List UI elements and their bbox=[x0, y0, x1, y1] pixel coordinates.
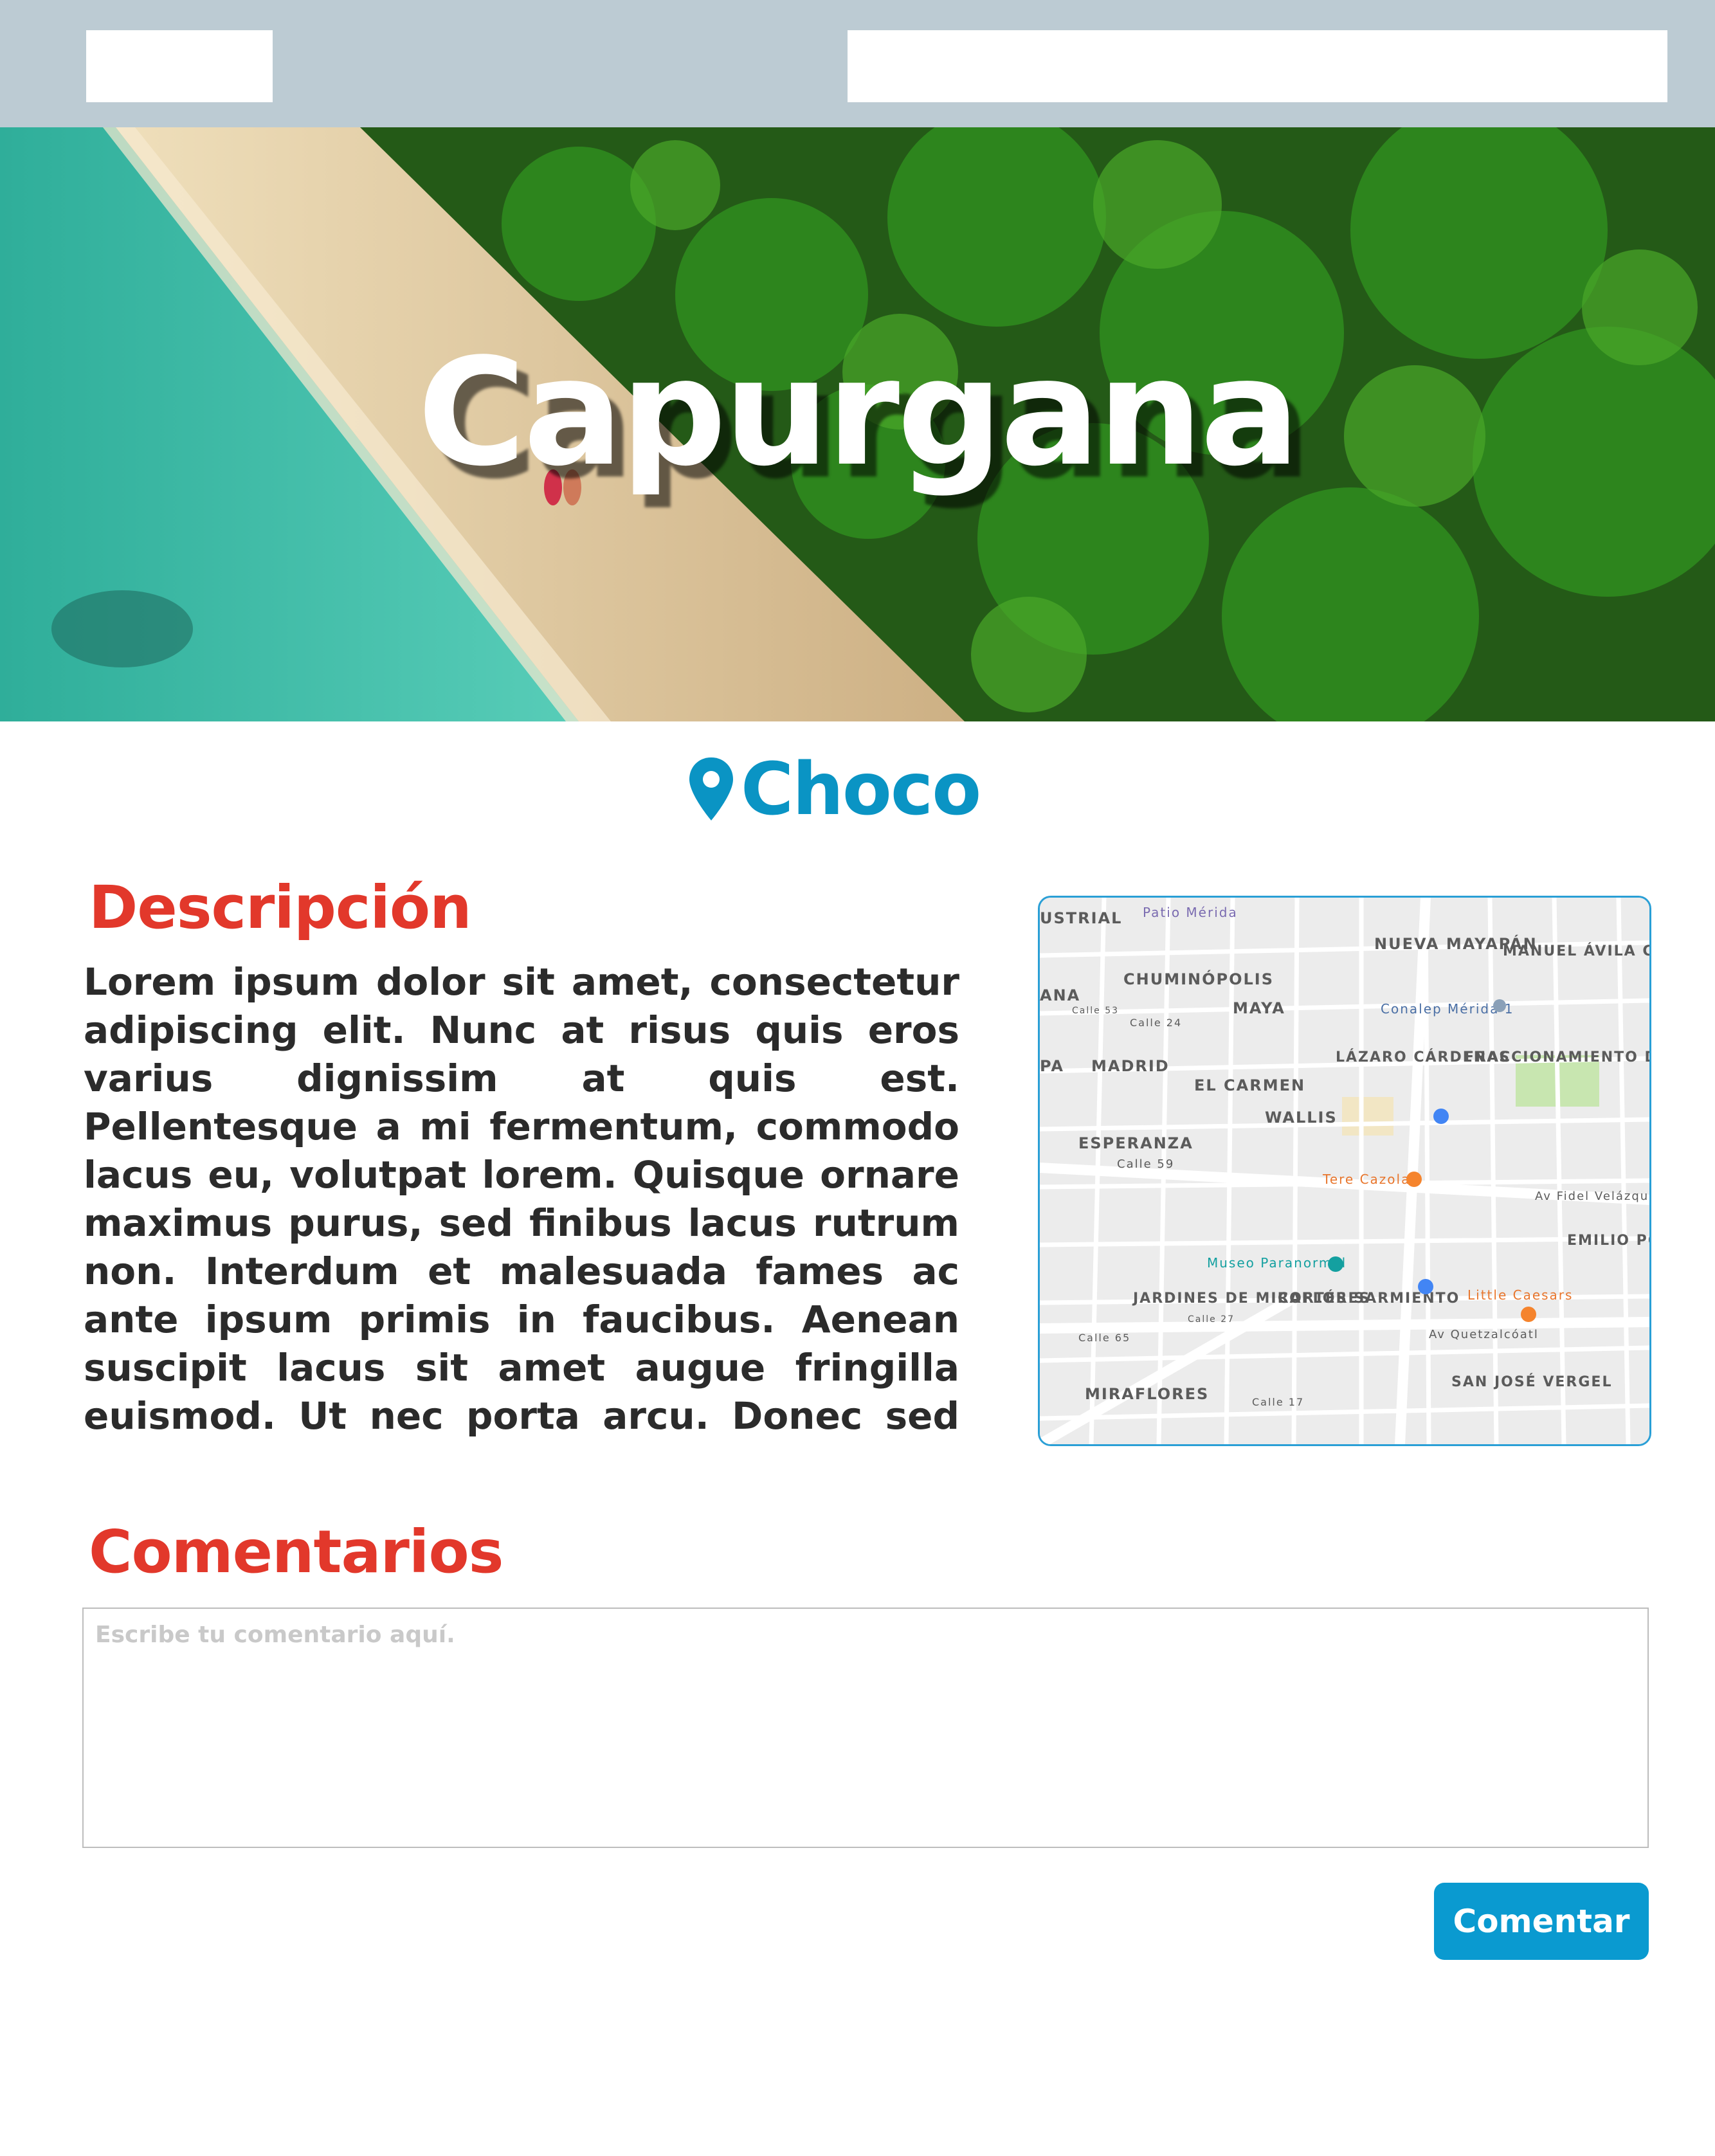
destination-title: Capurgana bbox=[417, 327, 1300, 499]
map-label-madrid: MADRID bbox=[1091, 1057, 1170, 1075]
submit-comment-button[interactable]: Comentar bbox=[1434, 1883, 1649, 1960]
logo-placeholder[interactable] bbox=[86, 30, 273, 102]
map-label-calle-17: Calle 17 bbox=[1252, 1396, 1304, 1408]
shop-marker-icon bbox=[1418, 1279, 1433, 1294]
map-label-museo: Museo Paranormal bbox=[1207, 1255, 1347, 1271]
map-label-calle-27: Calle 27 bbox=[1188, 1314, 1235, 1325]
map-label-fraccionamiento: FRACCIONAMIENTO DEL PARQUE bbox=[1464, 1049, 1649, 1065]
map-label-wallis: WALLIS bbox=[1265, 1109, 1338, 1127]
map-label-san-jose: SAN JOSÉ VERGEL bbox=[1451, 1373, 1612, 1390]
school-marker-icon bbox=[1493, 999, 1506, 1012]
map-label-calle-53: Calle 53 bbox=[1072, 1006, 1119, 1016]
hero-banner: Capurgana bbox=[0, 127, 1715, 721]
map-label-miraflores: MIRAFLORES bbox=[1085, 1385, 1209, 1403]
map-label-manuel-avila: MANUEL ÁVILA CAMACHO II bbox=[1503, 943, 1649, 959]
location-row: Choco bbox=[688, 747, 981, 831]
search-input[interactable] bbox=[848, 30, 1667, 102]
map-label-little-caesars: Little Caesars bbox=[1467, 1287, 1573, 1303]
top-bar bbox=[0, 0, 1715, 127]
description-heading: Descripción bbox=[89, 873, 472, 942]
map-label-tere-cazola: Tere Cazola bbox=[1322, 1172, 1410, 1187]
map-label-esperanza: ESPERANZA bbox=[1078, 1134, 1193, 1152]
location-name: Choco bbox=[741, 747, 981, 831]
map-label-maya: MAYA bbox=[1233, 999, 1285, 1017]
shop-marker-icon bbox=[1433, 1109, 1449, 1124]
map-label-calle-24: Calle 24 bbox=[1130, 1017, 1182, 1029]
map-label-chuminopolis: CHUMINÓPOLIS bbox=[1123, 969, 1274, 988]
map-label-cortes: CORTÉS SARMIENTO bbox=[1278, 1290, 1460, 1307]
map-label-av-fidel: Av Fidel Velázquez bbox=[1535, 1190, 1649, 1203]
map-label-pa: PA bbox=[1040, 1057, 1064, 1075]
museum-marker-icon bbox=[1328, 1256, 1343, 1272]
comments-heading: Comentarios bbox=[89, 1517, 504, 1586]
map-pin-icon bbox=[689, 757, 733, 820]
map-label-calle-65: Calle 65 bbox=[1078, 1332, 1130, 1344]
map-label-emilio: EMILIO PORTES GIL bbox=[1567, 1233, 1649, 1249]
food-marker-icon bbox=[1521, 1307, 1536, 1322]
map-canvas: USTRIAL Patio Mérida NUEVA MAYAPÁN MANUE… bbox=[1040, 898, 1649, 1444]
comment-input[interactable] bbox=[82, 1608, 1649, 1848]
map-label-av-quetzalcoatl: Av Quetzalcóatl bbox=[1429, 1328, 1539, 1341]
map-label-patio-merida: Patio Mérida bbox=[1143, 905, 1238, 920]
map-label-calle-59: Calle 59 bbox=[1117, 1157, 1174, 1171]
description-text: Lorem ipsum dolor sit amet, consectetur … bbox=[84, 960, 959, 1438]
map-label-el-carmen: EL CARMEN bbox=[1194, 1076, 1305, 1094]
map-label-ana: ANA bbox=[1040, 986, 1080, 1004]
map-label-industrial: USTRIAL bbox=[1040, 909, 1122, 927]
food-marker-icon bbox=[1406, 1172, 1422, 1187]
location-map[interactable]: USTRIAL Patio Mérida NUEVA MAYAPÁN MANUE… bbox=[1038, 896, 1651, 1446]
